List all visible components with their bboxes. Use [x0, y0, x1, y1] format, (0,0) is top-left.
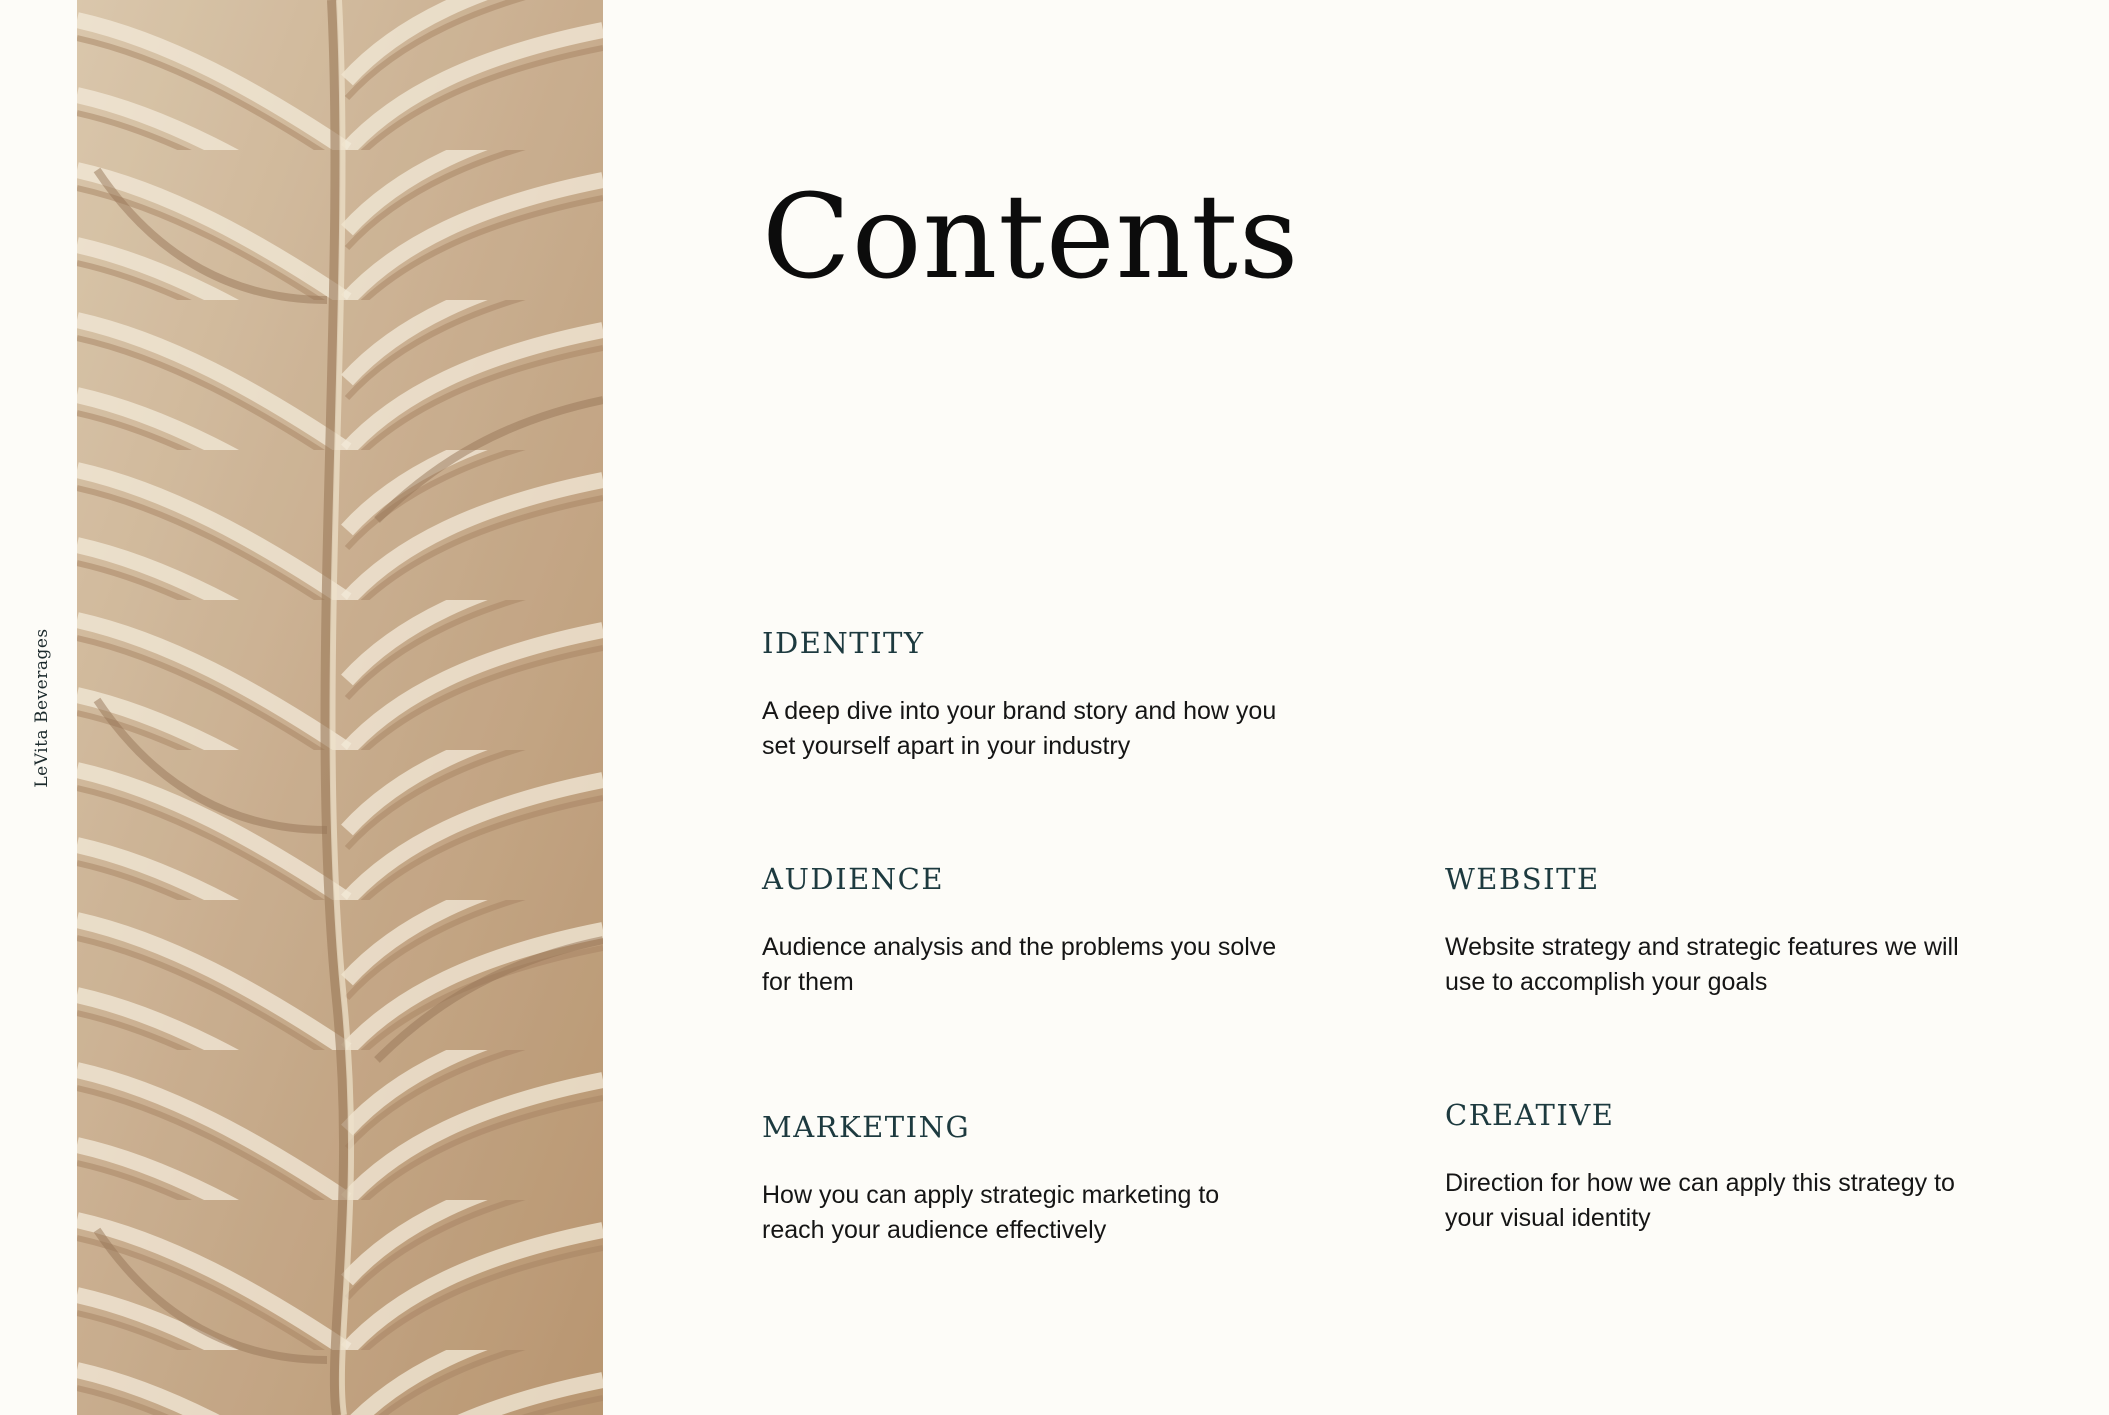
section-marketing: MARKETING How you can apply strategic ma…	[762, 1110, 1332, 1248]
section-body-identity: A deep dive into your brand story and ho…	[762, 694, 1332, 764]
section-heading-identity: IDENTITY	[762, 626, 925, 660]
section-heading-creative: CREATIVE	[1445, 1098, 1615, 1132]
section-creative: CREATIVE Direction for how we can apply …	[1445, 1098, 2015, 1236]
section-body-creative: Direction for how we can apply this stra…	[1445, 1166, 2015, 1236]
section-heading-website: WEBSITE	[1445, 862, 1600, 896]
section-website: WEBSITE Website strategy and strategic f…	[1445, 862, 2015, 1000]
section-body-line: Audience analysis and the problems you s…	[762, 933, 1277, 961]
section-body-line: set yourself apart in your industry	[762, 732, 1131, 760]
page-title: Contents	[762, 170, 1300, 305]
section-body-line: for them	[762, 968, 854, 996]
section-body-line: use to accomplish your goals	[1445, 968, 1768, 996]
section-body-line: How you can apply strategic marketing to	[762, 1181, 1220, 1209]
brand-label: LeVita Beverages	[32, 628, 52, 788]
section-heading-marketing: MARKETING	[762, 1110, 971, 1144]
section-body-line: Website strategy and strategic features …	[1445, 933, 1959, 961]
section-body-line: reach your audience effectively	[762, 1216, 1107, 1244]
leaf-relief-photo	[77, 0, 603, 1415]
section-body-line: A deep dive into your brand story and ho…	[762, 697, 1277, 725]
section-body-audience: Audience analysis and the problems you s…	[762, 930, 1332, 1000]
section-audience: AUDIENCE Audience analysis and the probl…	[762, 862, 1332, 1000]
section-heading-audience: AUDIENCE	[762, 862, 944, 896]
section-body-marketing: How you can apply strategic marketing to…	[762, 1178, 1332, 1248]
section-identity: IDENTITY A deep dive into your brand sto…	[762, 626, 1332, 764]
section-body-line: Direction for how we can apply this stra…	[1445, 1169, 1955, 1197]
section-body-website: Website strategy and strategic features …	[1445, 930, 2015, 1000]
section-body-line: your visual identity	[1445, 1204, 1651, 1232]
